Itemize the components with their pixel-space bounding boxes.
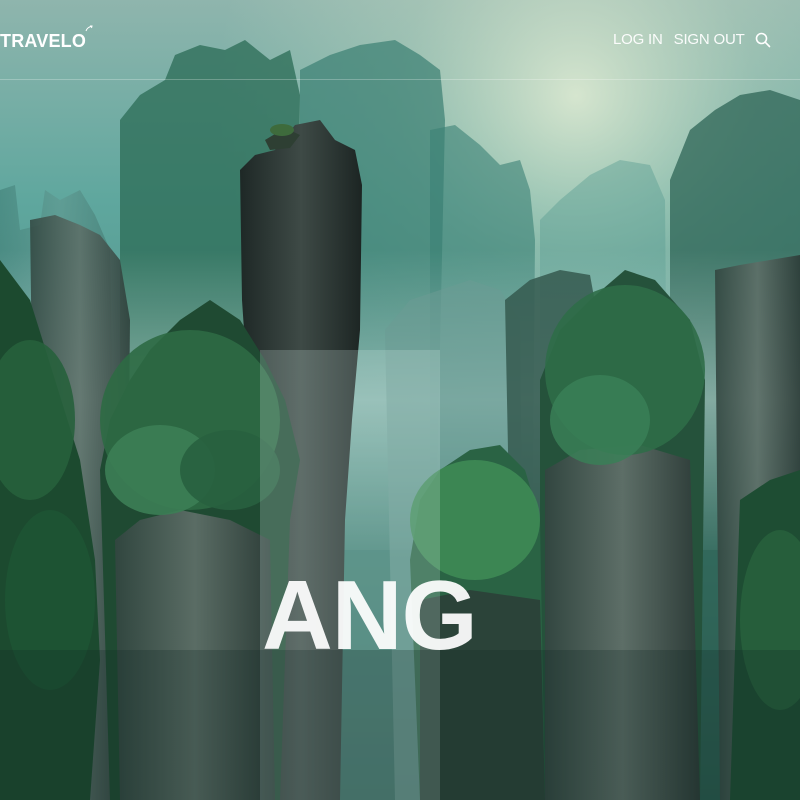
hero-background-image xyxy=(0,0,800,800)
search-icon[interactable] xyxy=(754,31,772,49)
login-link[interactable]: LOG IN xyxy=(613,30,663,50)
auth-nav: LOG IN SIGN OUT xyxy=(613,30,745,50)
travelo-logo[interactable]: TRAVELO xyxy=(0,25,93,53)
signout-link[interactable]: SIGN OUT xyxy=(674,30,745,50)
hero-title-text: ANG xyxy=(262,560,478,670)
hero-title: ANG xyxy=(0,560,800,670)
logo-plane-icon xyxy=(85,25,93,32)
top-navbar: TRAVELO LOG IN SIGN OUT xyxy=(0,0,800,80)
logo-text: TRAVELO xyxy=(0,31,87,51)
page: TRAVELO LOG IN SIGN OUT ANG xyxy=(0,0,800,800)
